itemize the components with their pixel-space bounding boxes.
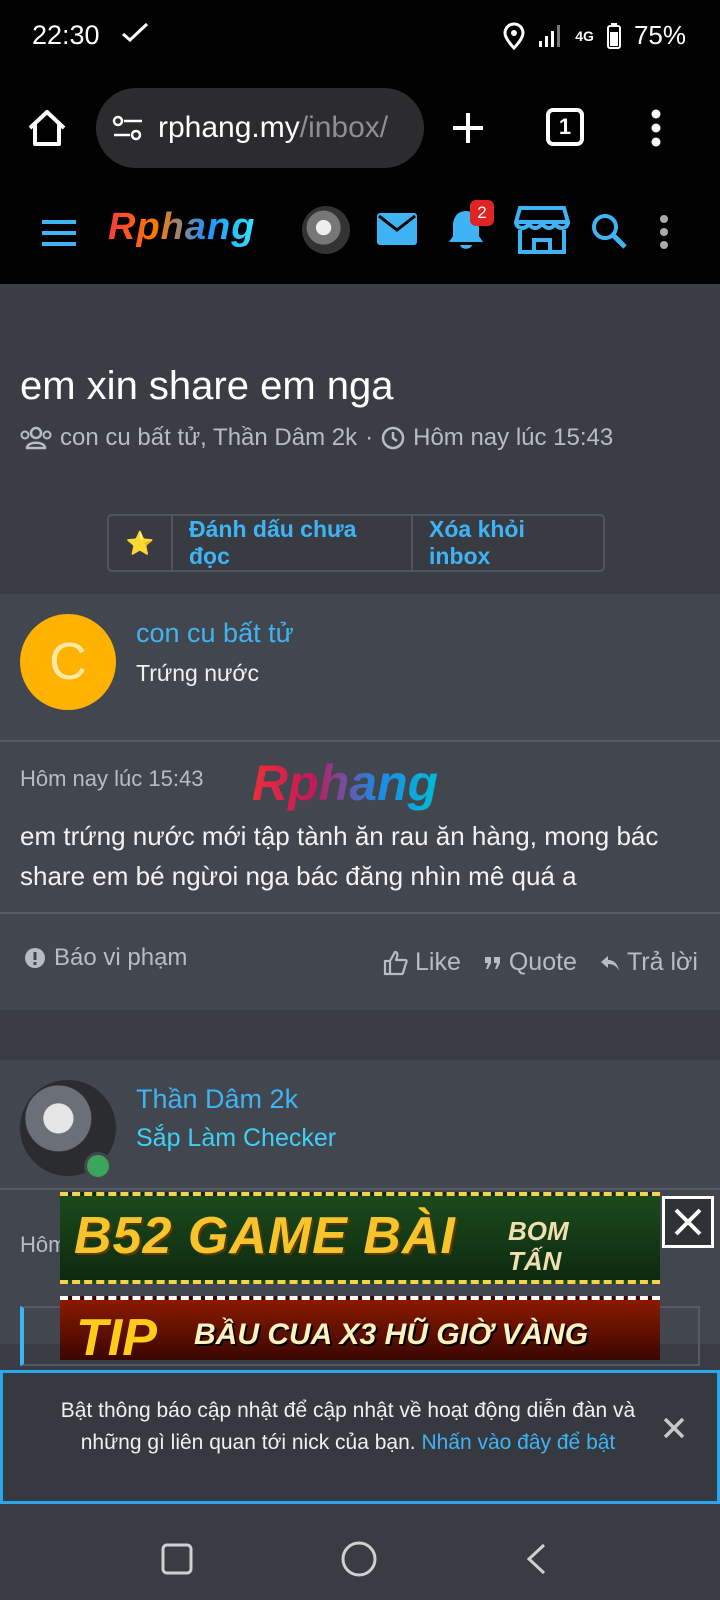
more-vert-icon[interactable] — [658, 214, 670, 250]
new-tab-icon[interactable] — [450, 110, 486, 146]
message-post: C con cu bất tử Trứng nước Hôm nay lúc 1… — [0, 594, 720, 1010]
quote-icon — [484, 956, 500, 969]
ad-subtext: BẦU CUA X3 HŨ GIỜ VÀNG — [194, 1318, 589, 1351]
quote-button[interactable]: Quote — [483, 948, 577, 977]
search-icon[interactable] — [590, 212, 628, 250]
alert-icon — [25, 948, 45, 968]
back-icon[interactable] — [524, 1542, 548, 1576]
more-vert-icon[interactable] — [650, 108, 662, 148]
battery-icon — [606, 22, 621, 49]
post-divider — [0, 1188, 720, 1190]
post-actions: Báo vi phạm Like Quote Trả lời — [0, 914, 720, 1010]
reply-button[interactable]: Trả lời — [599, 948, 698, 977]
status-indicators: 4G 75% — [503, 20, 686, 51]
close-icon[interactable] — [661, 1415, 687, 1441]
like-button[interactable]: Like — [383, 948, 461, 977]
post-user-title: Trứng nước — [136, 660, 259, 686]
inbox-icon[interactable] — [376, 212, 418, 246]
browser-toolbar: rphang.my/inbox/ 1 — [0, 74, 720, 186]
online-status-icon — [84, 1152, 112, 1180]
reply-icon — [600, 955, 619, 971]
system-nav-bar — [0, 1508, 720, 1600]
post-username[interactable]: Thần Dâm 2k — [136, 1084, 298, 1115]
battery-level: 75% — [633, 20, 686, 50]
remove-inbox-button[interactable]: Xóa khỏi inbox — [413, 516, 603, 570]
notice-enable-link[interactable]: Nhấn vào đây để bật — [421, 1431, 615, 1454]
star-button[interactable]: ⭐ — [109, 516, 173, 570]
url-host: rphang.my — [158, 111, 300, 144]
post-user-title: Sắp Làm Checker — [136, 1124, 337, 1152]
mark-unread-button[interactable]: Đánh dấu chưa đọc — [173, 516, 413, 570]
menu-icon[interactable] — [40, 218, 78, 248]
post-action-links: Like Quote Trả lời — [383, 948, 698, 977]
ad-banner-tip[interactable]: TIP BẦU CUA X3 HŨ GIỜ VÀNG — [60, 1296, 660, 1360]
quote-label: Quote — [508, 948, 577, 976]
check-icon — [122, 22, 149, 43]
thread-time: Hôm nay lúc 15:43 — [413, 424, 614, 451]
report-button[interactable]: Báo vi phạm — [24, 944, 187, 972]
rphang-watermark: Rphang — [252, 755, 439, 811]
home-icon[interactable] — [26, 108, 68, 148]
post-date[interactable]: Hôm nay lúc 15:43 — [20, 766, 203, 792]
post-text: em trứng nước mới tập tành ăn rau ăn hàn… — [20, 821, 659, 891]
clock-icon — [381, 426, 405, 450]
notice-message: Bật thông báo cập nhật để cập nhật về ho… — [43, 1395, 653, 1459]
ad-banner-gamebai[interactable]: B52 GAME BÀI BOM TẤN — [60, 1192, 660, 1284]
status-time: 22:30 — [32, 20, 100, 50]
thread-actions: ⭐ Đánh dấu chưa đọc Xóa khỏi inbox — [107, 514, 605, 572]
participants[interactable]: con cu bất tử, Thần Dâm 2k — [60, 424, 357, 452]
site-settings-icon[interactable] — [112, 114, 144, 142]
site-header: Rphang 2 — [0, 186, 720, 284]
address-bar[interactable]: rphang.my/inbox/ — [96, 88, 424, 168]
url-path: /inbox/ — [299, 111, 389, 144]
store-icon[interactable] — [514, 204, 570, 256]
ad-subtext: BOM TẤN — [508, 1216, 569, 1276]
push-notice: Bật thông báo cập nhật để cập nhật về ho… — [0, 1370, 720, 1504]
users-icon — [20, 426, 52, 450]
close-icon — [674, 1208, 702, 1236]
signal-icon — [539, 24, 561, 47]
tab-switcher-button[interactable]: 1 — [546, 108, 584, 146]
status-bar: 22:30 4G 75% — [0, 0, 720, 74]
thread-title: em xin share em nga — [20, 364, 394, 408]
thread-meta: con cu bất tử, Thần Dâm 2k · Hôm nay lúc… — [20, 424, 613, 452]
ad-text: B52 GAME BÀI — [74, 1207, 456, 1265]
meta-separator: · — [365, 424, 374, 451]
avatar[interactable]: C — [20, 614, 116, 710]
site-logo[interactable]: Rphang — [108, 206, 255, 249]
report-label: Báo vi phạm — [54, 944, 188, 971]
like-label: Like — [414, 948, 461, 976]
user-avatar[interactable] — [302, 206, 350, 254]
post-body: Hôm nay lúc 15:43 Rphang em trứng nước m… — [0, 742, 720, 914]
home-nav-icon[interactable] — [340, 1540, 378, 1578]
post-user-block: C con cu bất tử Trứng nước — [0, 594, 720, 742]
recents-icon[interactable] — [160, 1542, 194, 1576]
location-icon — [503, 21, 525, 50]
thumbs-up-icon — [383, 950, 408, 975]
tab-count: 1 — [558, 114, 572, 139]
star-icon: ⭐ — [125, 529, 155, 556]
network-label: 4G — [575, 27, 594, 44]
ad-text: TIP — [76, 1309, 157, 1360]
post-username[interactable]: con cu bất tử — [136, 618, 294, 649]
ad-close-button[interactable] — [662, 1196, 714, 1248]
reply-label: Trả lời — [626, 948, 698, 976]
notification-badge: 2 — [470, 200, 494, 226]
url-text[interactable]: rphang.my/inbox/ — [158, 111, 388, 145]
